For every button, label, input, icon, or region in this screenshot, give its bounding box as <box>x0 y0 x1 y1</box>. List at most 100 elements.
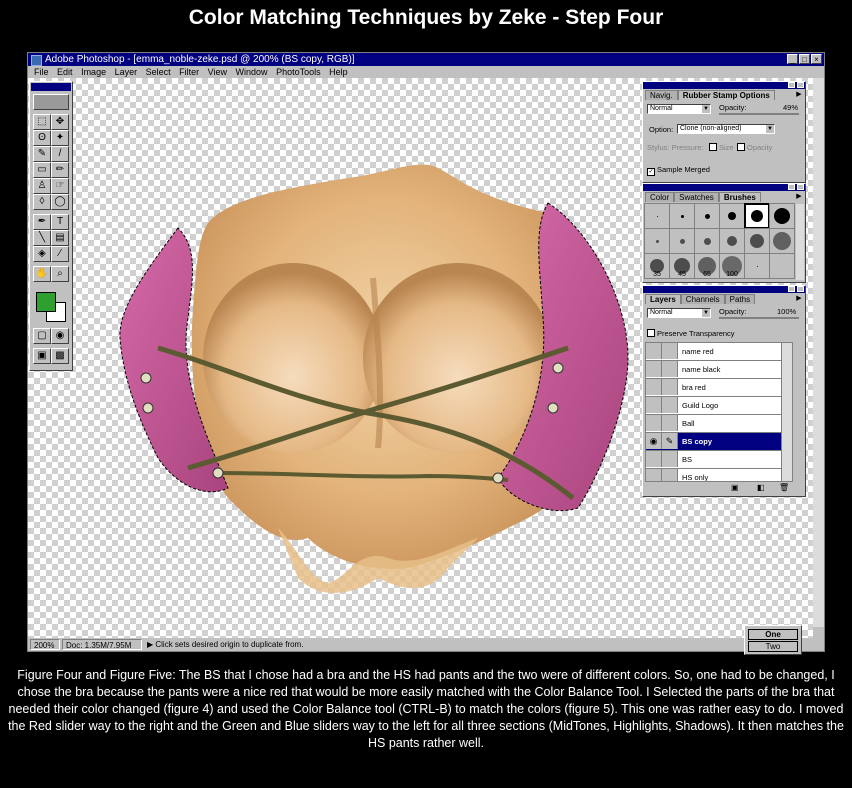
tab-color[interactable]: Color <box>645 192 675 202</box>
one-button[interactable]: One <box>748 629 798 640</box>
brush-swatch[interactable]: 45 <box>669 253 695 279</box>
brush-swatch[interactable] <box>694 203 720 229</box>
link-toggle[interactable] <box>662 379 678 395</box>
menu-phototools[interactable]: PhotoTools <box>276 66 321 78</box>
sample-merged-checkbox[interactable]: ✓ Sample Merged <box>647 165 710 176</box>
menu-view[interactable]: View <box>208 66 227 78</box>
panel-minimize-button[interactable] <box>788 286 795 292</box>
menu-edit[interactable]: Edit <box>57 66 73 78</box>
brush-swatch[interactable]: 100 <box>719 253 745 279</box>
link-toggle[interactable] <box>662 451 678 467</box>
option-select[interactable]: Clone (non-aligned) ▼ <box>677 124 775 134</box>
pencil-icon[interactable]: ✏ <box>51 162 69 178</box>
brush-swatch[interactable] <box>644 203 670 229</box>
layer-opacity-value[interactable]: 100% <box>777 307 796 316</box>
panel-menu-arrow-icon[interactable]: ▶ <box>795 294 803 303</box>
layers-scrollbar[interactable] <box>781 343 792 481</box>
brush-swatch[interactable] <box>769 203 795 229</box>
menu-layer[interactable]: Layer <box>115 66 138 78</box>
brush-swatch[interactable] <box>769 228 795 254</box>
preserve-transparency-checkbox[interactable]: Preserve Transparency <box>647 329 735 338</box>
layer-opacity-slider[interactable] <box>719 317 799 319</box>
paintbrush-icon[interactable]: ✎ <box>662 433 678 449</box>
new-layer-icon[interactable]: ◧ <box>757 483 765 492</box>
layer-row[interactable]: name red <box>646 343 792 361</box>
brush-swatch[interactable] <box>719 203 745 229</box>
doc-size[interactable]: Doc: 1.35M/7.95M <box>62 639 142 650</box>
menu-file[interactable]: File <box>34 66 49 78</box>
tab-channels[interactable]: Channels <box>680 294 725 304</box>
layer-row-selected[interactable]: ◉ ✎ BS copy <box>646 433 792 451</box>
photoshop-app-icon[interactable] <box>31 55 42 66</box>
brushes-scrollbar[interactable] <box>796 204 804 280</box>
panel-close-button[interactable] <box>797 286 804 292</box>
layer-row[interactable]: HS only <box>646 469 792 481</box>
minimize-button[interactable]: _ <box>787 54 798 64</box>
magic-wand-icon[interactable]: ✦ <box>51 130 69 146</box>
zoom-level[interactable]: 200% <box>30 639 60 650</box>
dodge-icon[interactable]: ◯ <box>51 194 69 210</box>
pen-icon[interactable]: ✒ <box>33 214 51 230</box>
marquee-icon[interactable]: ⬚ <box>33 114 51 130</box>
brush-swatch[interactable] <box>719 228 745 254</box>
line-icon[interactable]: ╲ <box>33 230 51 246</box>
move-icon[interactable]: ✥ <box>51 114 69 130</box>
panel-close-button[interactable] <box>797 82 804 88</box>
menu-select[interactable]: Select <box>146 66 171 78</box>
opacity-slider[interactable] <box>719 113 799 115</box>
screen-mode-icon[interactable]: ▣ <box>33 348 51 364</box>
link-toggle[interactable] <box>662 343 678 359</box>
brush-swatch[interactable] <box>669 203 695 229</box>
tab-navigator[interactable]: Navig. <box>645 90 678 100</box>
panel-titlebar[interactable] <box>643 184 805 191</box>
blend-mode-select[interactable]: Normal ▼ <box>647 104 711 114</box>
panel-titlebar[interactable] <box>643 286 805 293</box>
layer-blend-mode-select[interactable]: Normal ▼ <box>647 308 711 318</box>
rubber-stamp-icon[interactable]: ♙ <box>33 178 51 194</box>
visibility-toggle[interactable] <box>646 469 662 481</box>
smudge-icon[interactable]: ☞ <box>51 178 69 194</box>
toolbox-titlebar[interactable] <box>31 83 71 91</box>
airbrush-icon[interactable]: ✎ <box>33 146 51 162</box>
new-mask-icon[interactable]: ▣ <box>731 483 739 492</box>
menu-image[interactable]: Image <box>81 66 106 78</box>
maximize-button[interactable]: □ <box>799 54 810 64</box>
zoom-icon[interactable]: ⌕ <box>51 266 69 282</box>
layer-row[interactable]: bra red <box>646 379 792 397</box>
menu-window[interactable]: Window <box>236 66 268 78</box>
lasso-icon[interactable]: ʘ <box>33 130 51 146</box>
layer-row[interactable]: BS <box>646 451 792 469</box>
paintbrush-icon[interactable]: / <box>51 146 69 162</box>
blur-icon[interactable]: ◊ <box>33 194 51 210</box>
visibility-toggle[interactable] <box>646 379 662 395</box>
eraser-icon[interactable]: ▭ <box>33 162 51 178</box>
two-button[interactable]: Two <box>748 641 798 652</box>
link-toggle[interactable] <box>662 361 678 377</box>
vertical-scrollbar[interactable] <box>813 78 824 638</box>
brush-swatch[interactable]: 35 <box>644 253 670 279</box>
window-titlebar[interactable]: Adobe Photoshop - [emma_noble-zeke.psd @… <box>28 53 824 66</box>
type-icon[interactable]: T <box>51 214 69 230</box>
visibility-toggle[interactable] <box>646 415 662 431</box>
menu-help[interactable]: Help <box>329 66 348 78</box>
panel-menu-arrow-icon[interactable]: ▶ <box>795 90 803 99</box>
paint-bucket-icon[interactable]: ◈ <box>33 246 51 262</box>
close-button[interactable]: × <box>811 54 822 64</box>
panel-titlebar[interactable] <box>643 82 805 89</box>
visibility-toggle[interactable] <box>646 397 662 413</box>
quick-mask-off-icon[interactable]: ▢ <box>33 328 51 344</box>
link-toggle[interactable] <box>662 397 678 413</box>
panel-close-button[interactable] <box>797 184 804 190</box>
tab-brushes[interactable]: Brushes <box>718 192 761 202</box>
brush-swatch[interactable] <box>669 228 695 254</box>
link-toggle[interactable] <box>662 415 678 431</box>
eyedropper-icon[interactable]: ⁄ <box>51 246 69 262</box>
visibility-toggle[interactable] <box>646 343 662 359</box>
link-toggle[interactable] <box>662 469 678 481</box>
brush-swatch[interactable] <box>744 253 770 279</box>
menu-filter[interactable]: Filter <box>179 66 199 78</box>
fullscreen-mode-icon[interactable]: ▩ <box>51 348 69 364</box>
trash-icon[interactable]: 🗑 <box>779 483 789 492</box>
panel-menu-arrow-icon[interactable]: ▶ <box>795 192 803 201</box>
opacity-value[interactable]: 49% <box>783 103 798 112</box>
